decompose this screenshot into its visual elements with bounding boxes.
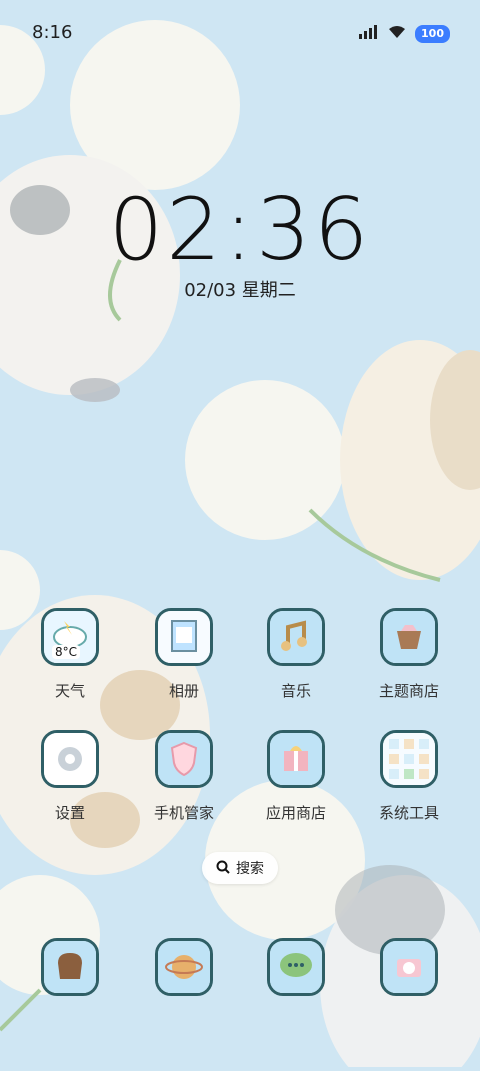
app-theme-store[interactable]: 主题商店 [349, 608, 469, 718]
wifi-icon [387, 24, 407, 43]
lockscreen-date: 02/03 星期二 [184, 280, 296, 301]
app-security[interactable]: 手机管家 [124, 730, 244, 840]
app-label: 系统工具 [378, 804, 439, 822]
message-icon [267, 938, 325, 996]
app-label: 主题商店 [378, 682, 439, 700]
dock-app-1[interactable] [10, 938, 130, 1008]
app-label: 音乐 [280, 682, 311, 700]
camera-icon [380, 938, 438, 996]
search-icon [216, 859, 230, 878]
search-button[interactable]: 搜索 [202, 852, 278, 884]
dock-app-2[interactable] [124, 938, 244, 1008]
music-icon [267, 608, 325, 666]
battery-icon: 100 [415, 24, 450, 43]
wallpaper [0, 0, 480, 1071]
settings-icon [41, 730, 99, 788]
app-store-icon [267, 730, 325, 788]
app-label: 设置 [54, 804, 85, 822]
bread-icon [41, 938, 99, 996]
weather-temp: 8°C [52, 645, 81, 659]
dock-app-3[interactable] [236, 938, 356, 1008]
security-icon [155, 730, 213, 788]
weather-icon: 8°C [41, 608, 99, 666]
app-label: 手机管家 [153, 804, 214, 822]
album-icon [155, 608, 213, 666]
system-tools-folder-icon [380, 730, 438, 788]
status-time: 8:16 [32, 22, 73, 43]
status-bar: 8:16 100 [0, 0, 480, 60]
app-settings[interactable]: 设置 [10, 730, 130, 840]
app-music[interactable]: 音乐 [236, 608, 356, 718]
theme-store-icon [380, 608, 438, 666]
dock-app-4[interactable] [349, 938, 469, 1008]
app-system-tools[interactable]: 系统工具 [349, 730, 469, 840]
app-weather[interactable]: 8°C 天气 [10, 608, 130, 718]
app-album[interactable]: 相册 [124, 608, 244, 718]
app-app-store[interactable]: 应用商店 [236, 730, 356, 840]
search-label: 搜索 [236, 861, 264, 877]
signal-icon [359, 24, 379, 43]
app-label: 天气 [54, 682, 85, 700]
app-label: 应用商店 [265, 804, 326, 822]
app-label: 相册 [168, 682, 199, 700]
status-icons: 100 [359, 24, 450, 43]
lockscreen-clock: 02:36 [108, 180, 372, 280]
planet-icon [155, 938, 213, 996]
wallpaper-art [0, 0, 480, 1071]
